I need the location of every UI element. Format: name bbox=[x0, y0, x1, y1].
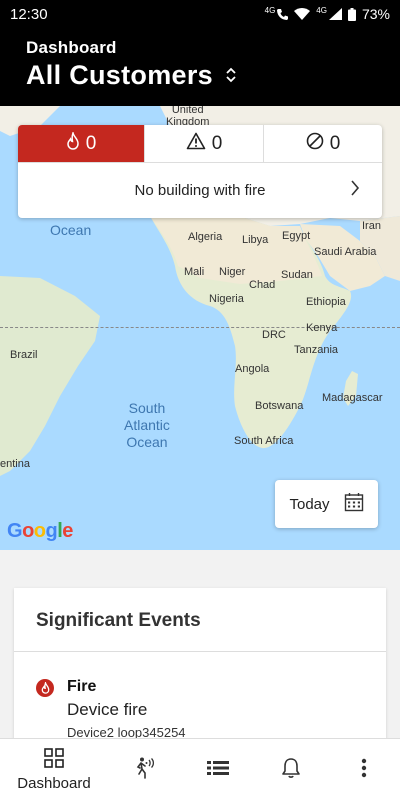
nav-more[interactable] bbox=[327, 739, 400, 800]
disabled-filter-tab[interactable]: 0 bbox=[264, 125, 382, 162]
walk-test-icon bbox=[133, 757, 157, 783]
map-label-brazil: Brazil bbox=[10, 349, 38, 361]
app-header: Dashboard All Customers bbox=[0, 28, 400, 106]
map-label-libya: Libya bbox=[242, 234, 269, 246]
status-time: 12:30 bbox=[10, 5, 48, 23]
wifi-icon bbox=[294, 8, 311, 20]
equator-line bbox=[0, 327, 400, 328]
disabled-icon bbox=[306, 132, 324, 156]
fire-count: 0 bbox=[85, 132, 97, 154]
unfold-icon[interactable] bbox=[225, 67, 237, 88]
trouble-count: 0 bbox=[211, 132, 223, 154]
call-icon bbox=[277, 8, 289, 20]
warning-triangle-icon bbox=[186, 132, 206, 156]
nav-list[interactable] bbox=[181, 739, 254, 800]
battery-percent: 73% bbox=[361, 6, 390, 22]
today-date-button[interactable]: Today bbox=[275, 480, 378, 528]
page-title: All Customers bbox=[26, 60, 213, 90]
map-label-saudi: Saudi Arabia bbox=[314, 246, 377, 258]
significant-events-card: Significant Events Fire Device fire Devi… bbox=[14, 588, 386, 748]
nav-dashboard-label: Dashboard bbox=[17, 774, 91, 792]
map-label-south-africa: South Africa bbox=[234, 435, 294, 447]
flame-icon bbox=[66, 129, 80, 156]
map-label-ethiopia: Ethiopia bbox=[306, 296, 346, 308]
event-description: Device fire bbox=[67, 700, 148, 719]
map-label-angola: Angola bbox=[235, 363, 270, 375]
network-type-2: 4G bbox=[316, 5, 327, 15]
bell-icon bbox=[281, 757, 301, 783]
calendar-icon bbox=[344, 492, 364, 516]
map-label-madagascar: Madagascar bbox=[322, 392, 383, 404]
fire-filter-tab[interactable]: 0 bbox=[18, 125, 145, 162]
battery-icon bbox=[347, 7, 356, 21]
map-label-niger: Niger bbox=[219, 266, 246, 278]
status-bar: 12:30 4G 4G 73% bbox=[0, 0, 400, 28]
trouble-filter-tab[interactable]: 0 bbox=[145, 125, 264, 162]
map-label-chad: Chad bbox=[249, 279, 276, 291]
nav-notifications[interactable] bbox=[254, 739, 327, 800]
map-label-drc: DRC bbox=[262, 329, 286, 341]
map-label-mali: Mali bbox=[184, 266, 205, 278]
customer-selector[interactable]: All Customers bbox=[26, 60, 374, 91]
nav-walk-test[interactable] bbox=[108, 739, 181, 800]
bottom-navigation: Dashboard bbox=[0, 738, 400, 800]
map-label-tanzania: Tanzania bbox=[294, 344, 339, 356]
chevron-right-icon bbox=[350, 179, 360, 201]
google-logo: Google bbox=[7, 520, 73, 542]
map-label-iran: Iran bbox=[362, 220, 381, 232]
events-title: Significant Events bbox=[14, 588, 386, 652]
fire-event-icon bbox=[36, 679, 54, 697]
event-type: Fire bbox=[67, 678, 97, 695]
map-label-algeria: Algeria bbox=[188, 231, 223, 243]
page-subtitle: Dashboard bbox=[26, 38, 117, 57]
more-vert-icon bbox=[361, 758, 367, 782]
map-label-nigeria: Nigeria bbox=[209, 293, 244, 305]
fire-building-row[interactable]: No building with fire bbox=[18, 163, 382, 217]
event-list-item[interactable]: Fire Device fire Device2 loop345254 bbox=[14, 652, 386, 740]
alarm-summary-card: 0 0 0 No building with fire bbox=[18, 125, 382, 218]
today-label: Today bbox=[289, 495, 330, 513]
map-label-south-atlantic: South Atlantic Ocean bbox=[124, 400, 170, 450]
map-label-egypt: Egypt bbox=[282, 230, 311, 242]
map-label-ocean: Ocean bbox=[50, 222, 92, 238]
nav-dashboard[interactable]: Dashboard bbox=[0, 739, 108, 800]
network-type: 4G bbox=[264, 5, 276, 15]
map-label-botswana: Botswana bbox=[255, 400, 304, 412]
signal-icon bbox=[328, 8, 342, 20]
list-icon bbox=[206, 760, 229, 780]
map-label-kenya: Kenya bbox=[306, 322, 338, 334]
map-label-argentina: entina bbox=[0, 458, 30, 470]
map-label-sudan: Sudan bbox=[281, 269, 313, 281]
dashboard-grid-icon bbox=[44, 747, 64, 772]
fire-building-message: No building with fire bbox=[134, 181, 266, 199]
disabled-count: 0 bbox=[329, 132, 341, 154]
